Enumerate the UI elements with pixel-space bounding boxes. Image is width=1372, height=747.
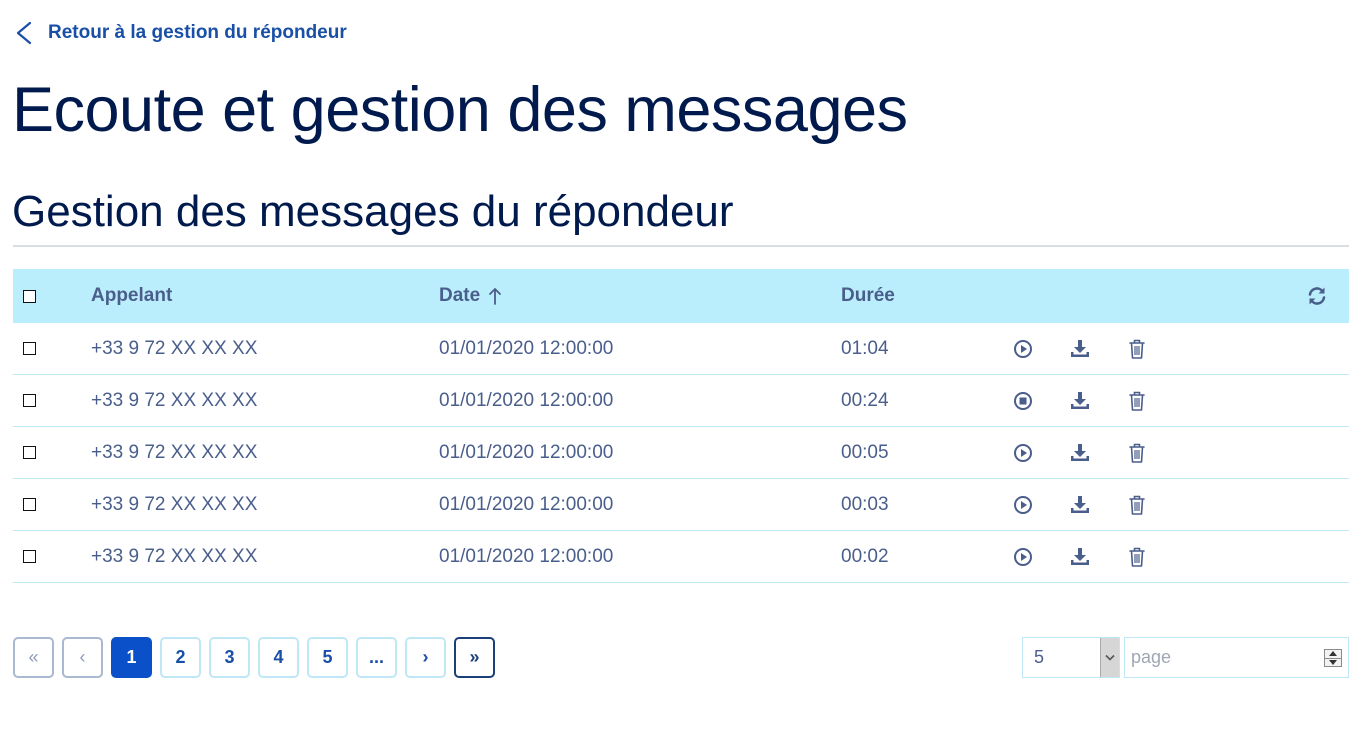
messages-table: Appelant Date Durée +33 9 72 XX XX XX 01/… xyxy=(13,269,1349,583)
pagination: « ‹ 1 2 3 4 5 ... › » xyxy=(13,637,495,678)
play-icon xyxy=(1013,339,1033,359)
table-row: +33 9 72 XX XX XX 01/01/2020 12:00:00 00:0… xyxy=(13,531,1349,583)
play-icon xyxy=(1013,547,1033,567)
refresh-button[interactable] xyxy=(1306,269,1328,323)
trash-icon xyxy=(1127,338,1147,360)
download-icon xyxy=(1069,442,1091,464)
table-body: +33 9 72 XX XX XX 01/01/2020 12:00:00 01:0… xyxy=(13,323,1349,583)
back-link[interactable]: Retour à la gestion du répondeur xyxy=(14,19,347,47)
play-button[interactable] xyxy=(1013,531,1033,582)
table-row: +33 9 72 XX XX XX 01/01/2020 12:00:00 01:0… xyxy=(13,323,1349,375)
delete-button[interactable] xyxy=(1127,427,1147,478)
page-number-input[interactable] xyxy=(1125,638,1321,677)
page-button-4[interactable]: 4 xyxy=(258,637,299,678)
caller-cell: +33 9 72 XX XX XX xyxy=(91,389,258,411)
date-cell: 01/01/2020 12:00:00 xyxy=(439,493,614,515)
per-page-value: 5 xyxy=(1034,647,1045,667)
download-icon xyxy=(1069,494,1091,516)
duration-cell: 01:04 xyxy=(841,337,889,359)
download-button[interactable] xyxy=(1069,375,1091,426)
stop-icon xyxy=(1013,391,1033,411)
column-header-duration[interactable]: Durée xyxy=(841,269,895,323)
download-button[interactable] xyxy=(1069,531,1091,582)
stop-button[interactable] xyxy=(1013,375,1033,426)
delete-button[interactable] xyxy=(1127,323,1147,374)
last-page-button[interactable]: » xyxy=(454,637,495,678)
play-button[interactable] xyxy=(1013,479,1033,530)
download-button[interactable] xyxy=(1069,323,1091,374)
page-button-1[interactable]: 1 xyxy=(111,637,152,678)
duration-cell: 00:03 xyxy=(841,493,889,515)
section-divider xyxy=(13,245,1349,247)
download-button[interactable] xyxy=(1069,427,1091,478)
column-header-date[interactable]: Date xyxy=(439,269,502,323)
trash-icon xyxy=(1127,494,1147,516)
column-header-caller[interactable]: Appelant xyxy=(91,269,172,323)
per-page-select[interactable]: 5 xyxy=(1022,637,1120,678)
date-cell: 01/01/2020 12:00:00 xyxy=(439,337,614,359)
duration-cell: 00:02 xyxy=(841,545,889,567)
page-title: Ecoute et gestion des messages xyxy=(12,75,908,145)
delete-button[interactable] xyxy=(1127,375,1147,426)
duration-cell: 00:05 xyxy=(841,441,889,463)
page-number-field xyxy=(1124,637,1349,678)
table-row: +33 9 72 XX XX XX 01/01/2020 12:00:00 00:0… xyxy=(13,479,1349,531)
select-all-checkbox[interactable] xyxy=(23,289,36,303)
caller-cell: +33 9 72 XX XX XX xyxy=(91,337,258,359)
row-checkbox[interactable] xyxy=(23,342,36,355)
back-link-label: Retour à la gestion du répondeur xyxy=(48,22,347,43)
row-checkbox[interactable] xyxy=(23,550,36,563)
trash-icon xyxy=(1127,390,1147,412)
delete-button[interactable] xyxy=(1127,531,1147,582)
download-button[interactable] xyxy=(1069,479,1091,530)
more-pages-button[interactable]: ... xyxy=(356,637,397,678)
page-button-3[interactable]: 3 xyxy=(209,637,250,678)
spinner-up-icon[interactable] xyxy=(1325,650,1341,658)
spinner-down-icon[interactable] xyxy=(1325,657,1341,667)
page-button-2[interactable]: 2 xyxy=(160,637,201,678)
caller-cell: +33 9 72 XX XX XX xyxy=(91,545,258,567)
caller-cell: +33 9 72 XX XX XX xyxy=(91,493,258,515)
chevron-left-icon xyxy=(16,21,32,45)
previous-page-button[interactable]: ‹ xyxy=(62,637,103,678)
table-header: Appelant Date Durée xyxy=(13,269,1349,323)
download-icon xyxy=(1069,338,1091,360)
column-header-date-label: Date xyxy=(439,285,481,306)
refresh-icon xyxy=(1308,287,1326,305)
play-icon xyxy=(1013,443,1033,463)
row-checkbox[interactable] xyxy=(23,394,36,407)
dropdown-arrow-icon xyxy=(1100,638,1119,677)
row-checkbox[interactable] xyxy=(23,498,36,511)
arrow-up-icon xyxy=(489,288,502,305)
date-cell: 01/01/2020 12:00:00 xyxy=(439,441,614,463)
page-button-5[interactable]: 5 xyxy=(307,637,348,678)
row-checkbox[interactable] xyxy=(23,446,36,459)
play-button[interactable] xyxy=(1013,323,1033,374)
play-button[interactable] xyxy=(1013,427,1033,478)
trash-icon xyxy=(1127,546,1147,568)
table-row: +33 9 72 XX XX XX 01/01/2020 12:00:00 00:0… xyxy=(13,427,1349,479)
page-spinner xyxy=(1324,649,1342,667)
duration-cell: 00:24 xyxy=(841,389,889,411)
first-page-button[interactable]: « xyxy=(13,637,54,678)
section-title: Gestion des messages du répondeur xyxy=(12,187,734,236)
date-cell: 01/01/2020 12:00:00 xyxy=(439,389,614,411)
date-cell: 01/01/2020 12:00:00 xyxy=(439,545,614,567)
delete-button[interactable] xyxy=(1127,479,1147,530)
caller-cell: +33 9 72 XX XX XX xyxy=(91,441,258,463)
play-icon xyxy=(1013,495,1033,515)
table-row: +33 9 72 XX XX XX 01/01/2020 12:00:00 00:2… xyxy=(13,375,1349,427)
download-icon xyxy=(1069,546,1091,568)
trash-icon xyxy=(1127,442,1147,464)
next-page-button[interactable]: › xyxy=(405,637,446,678)
download-icon xyxy=(1069,390,1091,412)
